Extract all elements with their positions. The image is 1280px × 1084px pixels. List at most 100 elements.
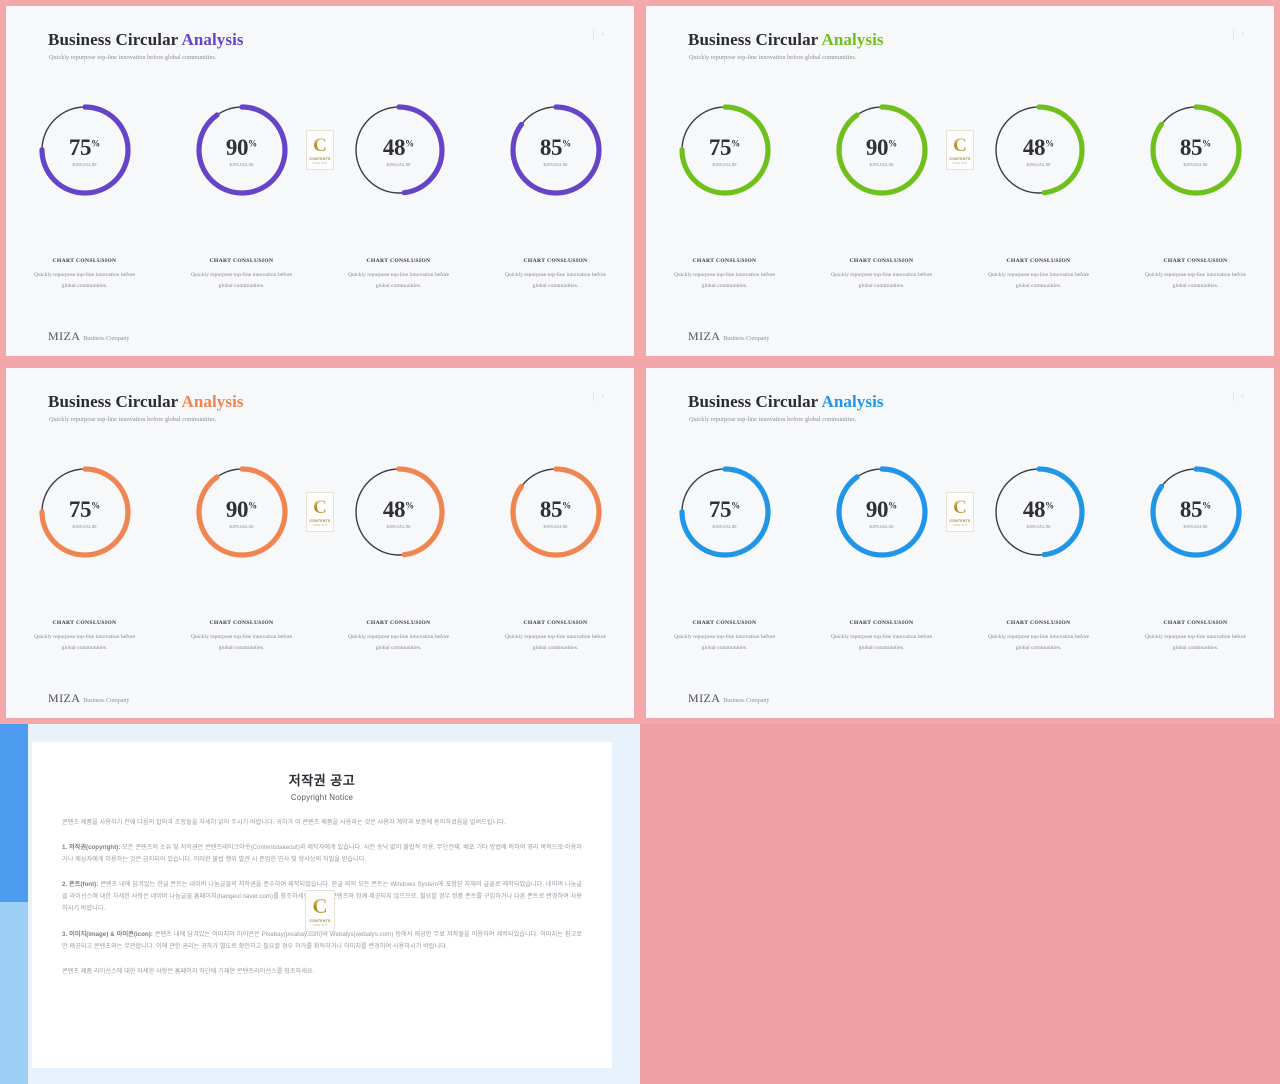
caption-body: Quickly repurpose top-line innovation be… <box>347 272 450 289</box>
watermark-line2: TAKE OUT <box>312 523 328 527</box>
donut-center: 90% $185,652.00 <box>194 102 290 198</box>
page-number-value: 4 <box>601 393 604 400</box>
page-number: 4 <box>593 392 604 401</box>
watermark-logo: C CONTENTS TAKE OUT <box>946 130 974 170</box>
donut-value: 90% <box>865 496 898 522</box>
donut-center: 85% $185,652.00 <box>508 102 604 198</box>
page-title-main: Business Circular <box>48 30 182 49</box>
page-title: Business Circular Analysis <box>48 30 244 50</box>
donut-value: 48% <box>382 496 415 522</box>
donut-chart: 48% $185,652.00 <box>991 102 1087 198</box>
caption-body: Quickly repurpose top-line innovation be… <box>830 634 933 651</box>
caption-title: CHART CONSLUSION <box>1163 258 1228 264</box>
watermark-line1: CONTENTS <box>949 156 971 161</box>
copyright-clause-3: 3. 이미지(image) & 아이콘(icon): 콘텐츠 내에 담겨있는 이… <box>62 929 582 953</box>
donut-center: 85% $185,652.00 <box>1148 464 1244 560</box>
caption-cell: CHART CONSLUSION Quickly repurpose top-li… <box>646 620 803 654</box>
caption-cell: CHART CONSLUSION Quickly repurpose top-li… <box>477 258 634 292</box>
donut-center: 75% $185,652.00 <box>37 464 133 560</box>
donut-amount: $185,652.00 <box>72 523 97 529</box>
donut-chart-cell: 75% $185,652.00 <box>6 102 163 198</box>
caption-cell: CHART CONSLUSION Quickly repurpose top-li… <box>163 620 320 654</box>
page-title-accent: Analysis <box>821 392 884 411</box>
caption-body: Quickly repurpose top-line innovation be… <box>830 272 933 289</box>
page-number: 5 <box>1233 392 1244 401</box>
watermark-letter-c-icon: C <box>953 134 967 156</box>
donut-chart: 75% $185,652.00 <box>677 102 773 198</box>
caption-cell: CHART CONSLUSION Quickly repurpose top-li… <box>163 258 320 292</box>
watermark-line1: CONTENTS <box>949 518 971 523</box>
caption-title: CHART CONSLUSION <box>52 258 117 264</box>
caption-cell: CHART CONSLUSION Quickly repurpose top-li… <box>6 258 163 292</box>
caption-cell: CHART CONSLUSION Quickly repurpose top-li… <box>320 620 477 654</box>
donut-percent-sign: % <box>731 499 741 510</box>
donut-amount: $185,652.00 <box>229 161 254 167</box>
page-title: Business Circular Analysis <box>688 30 884 50</box>
donut-chart: 48% $185,652.00 <box>351 464 447 560</box>
donut-percent-sign: % <box>405 499 415 510</box>
caption-title: CHART CONSLUSION <box>209 258 274 264</box>
donut-chart: 85% $185,652.00 <box>1148 464 1244 560</box>
caption-title: CHART CONSLUSION <box>366 620 431 626</box>
caption-row: CHART CONSLUSION Quickly repurpose top-li… <box>6 620 634 654</box>
watermark-logo: C CONTENTS TAKE OUT <box>305 890 335 932</box>
slide-thumbnail-1[interactable]: Business Circular Analysis Quickly repur… <box>0 0 640 362</box>
slide-thumbnail-3[interactable]: Business Circular Analysis Quickly repur… <box>0 362 640 724</box>
page-subtitle: Quickly repurpose top-line innovation be… <box>49 54 217 61</box>
page-title-main: Business Circular <box>688 392 822 411</box>
donut-percent-sign: % <box>562 499 572 510</box>
donut-amount: $185,652.00 <box>712 161 737 167</box>
caption-body: Quickly repurpose top-line innovation be… <box>504 634 607 651</box>
watermark-logo: C CONTENTS TAKE OUT <box>946 492 974 532</box>
caption-body: Quickly repurpose top-line innovation be… <box>33 634 136 651</box>
donut-amount: $185,652.00 <box>1026 161 1051 167</box>
donut-chart-cell: 90% $185,652.00 <box>803 102 960 198</box>
caption-title: CHART CONSLUSION <box>366 258 431 264</box>
donut-chart-cell: 85% $185,652.00 <box>477 102 634 198</box>
donut-percent-sign: % <box>888 137 898 148</box>
donut-percent-sign: % <box>888 499 898 510</box>
footer-tagline: Business Company <box>723 336 770 342</box>
watermark-logo: C CONTENTS TAKE OUT <box>306 130 334 170</box>
donut-percent-sign: % <box>248 137 258 148</box>
caption-title: CHART CONSLUSION <box>523 620 588 626</box>
donut-percent-sign: % <box>1202 137 1212 148</box>
donut-value: 85% <box>539 496 572 522</box>
caption-body: Quickly repurpose top-line innovation be… <box>504 272 607 289</box>
caption-title: CHART CONSLUSION <box>692 258 757 264</box>
donut-chart: 90% $185,652.00 <box>834 464 930 560</box>
watermark-letter-c-icon: C <box>953 496 967 518</box>
slide-content-2: Business Circular Analysis Quickly repur… <box>646 6 1274 356</box>
donut-percent-sign: % <box>1045 499 1055 510</box>
copyright-intro: 콘텐츠 제품을 사용하기 전에 다음의 합의과 조항들을 자세히 읽어 주시기 … <box>62 819 506 826</box>
copyright-notice-slide[interactable]: 저작권 공고 Copyright Notice 콘텐츠 제품을 사용하기 전에 … <box>0 724 640 1084</box>
slide-thumbnail-4[interactable]: Business Circular Analysis Quickly repur… <box>640 362 1280 724</box>
slide-thumbnail-2[interactable]: Business Circular Analysis Quickly repur… <box>640 0 1280 362</box>
slide-footer: MIZA Business Company <box>688 691 769 706</box>
donut-center: 75% $185,652.00 <box>37 102 133 198</box>
caption-title: CHART CONSLUSION <box>1163 620 1228 626</box>
donut-chart: 85% $185,652.00 <box>508 464 604 560</box>
page-number-value: 3 <box>1241 31 1244 38</box>
page-number-value: 4 <box>601 31 604 38</box>
donut-center: 48% $185,652.00 <box>991 464 1087 560</box>
donut-percent-sign: % <box>562 137 572 148</box>
caption-cell: CHART CONSLUSION Quickly repurpose top-li… <box>477 620 634 654</box>
caption-body: Quickly repurpose top-line innovation be… <box>190 634 293 651</box>
donut-center: 90% $185,652.00 <box>834 102 930 198</box>
caption-title: CHART CONSLUSION <box>849 620 914 626</box>
accent-band-bottom <box>0 902 28 1084</box>
donut-value: 90% <box>225 134 258 160</box>
slide-content-3: Business Circular Analysis Quickly repur… <box>6 368 634 718</box>
donut-value: 85% <box>1179 134 1212 160</box>
donut-value: 90% <box>225 496 258 522</box>
caption-body: Quickly repurpose top-line innovation be… <box>347 634 450 651</box>
donut-percent-sign: % <box>91 499 101 510</box>
caption-body: Quickly repurpose top-line innovation be… <box>673 634 776 651</box>
donut-chart: 75% $185,652.00 <box>677 464 773 560</box>
donut-chart-cell: 85% $185,652.00 <box>1117 464 1274 560</box>
donut-chart-cell: 90% $185,652.00 <box>163 102 320 198</box>
donut-chart-cell: 48% $185,652.00 <box>960 102 1117 198</box>
donut-chart: 85% $185,652.00 <box>508 102 604 198</box>
footer-brand: MIZA <box>48 691 81 705</box>
